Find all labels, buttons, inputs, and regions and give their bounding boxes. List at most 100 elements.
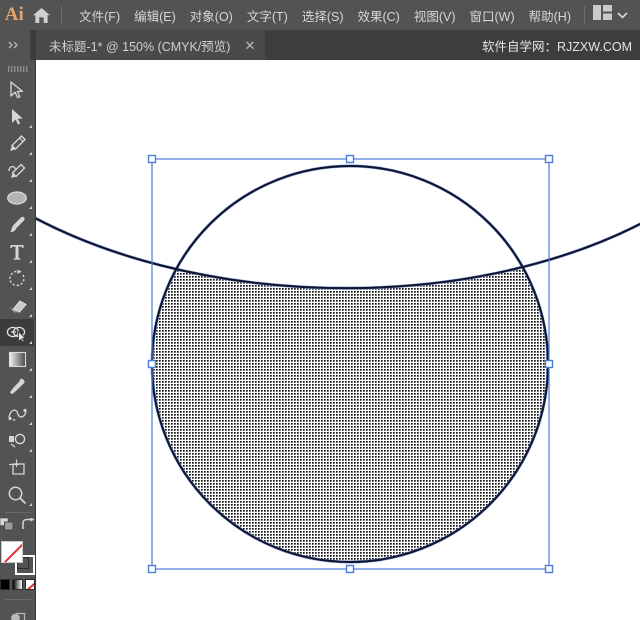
- arrow-outline-icon: [9, 81, 25, 99]
- color-swatch-button[interactable]: [0, 579, 10, 590]
- pen-tool[interactable]: [0, 130, 34, 157]
- arrange-objects-icon: [0, 517, 15, 532]
- document-tab-label: 未标题-1* @ 150% (CMYK/预览): [49, 36, 230, 55]
- ellipse-tool[interactable]: [0, 184, 34, 211]
- magnifier-icon: [7, 485, 27, 505]
- app-logo: Ai: [0, 0, 28, 30]
- chevron-down-icon: [617, 11, 628, 19]
- tool-flyout-corner: [29, 125, 32, 128]
- menu-effect[interactable]: 效果(C): [350, 2, 406, 29]
- artboard-icon: [7, 458, 27, 477]
- toolbar-grip[interactable]: [0, 62, 35, 76]
- fill-stroke-control[interactable]: [1, 541, 35, 575]
- draw-mode-button[interactable]: [0, 604, 34, 620]
- menu-item-list: 文件(F) 编辑(E) 对象(O) 文字(T) 选择(S) 效果(C) 视图(V…: [72, 2, 578, 29]
- tool-flyout-corner: [29, 152, 32, 155]
- gradient-square-icon: [8, 351, 27, 368]
- selection-tool[interactable]: [0, 76, 34, 103]
- arrow-solid-icon: [9, 108, 25, 126]
- document-tab-bar: 未标题-1* @ 150% (CMYK/预览) ✕ 软件自学网：RJZXW.CO…: [0, 30, 640, 60]
- tool-flyout-corner: [29, 368, 32, 371]
- type-tool[interactable]: [0, 238, 34, 265]
- handle-bottom-right[interactable]: [546, 566, 553, 573]
- tool-flyout-corner: [29, 422, 32, 425]
- none-swatch-button[interactable]: [25, 579, 35, 590]
- tool-flyout-corner: [29, 503, 32, 506]
- type-T-icon: [9, 243, 25, 261]
- eraser-tool[interactable]: [0, 292, 34, 319]
- tool-flyout-corner: [29, 206, 32, 209]
- gradient-tool[interactable]: [0, 346, 34, 373]
- fill-swatch[interactable]: [1, 541, 23, 563]
- tool-flyout-corner: [29, 179, 32, 182]
- artboard-tool[interactable]: [0, 454, 34, 481]
- workspace-chevron-button[interactable]: [617, 6, 628, 24]
- rotate-tool[interactable]: [0, 265, 34, 292]
- document-tab[interactable]: 未标题-1* @ 150% (CMYK/预览) ✕: [36, 30, 265, 60]
- gradient-swatch-button[interactable]: [12, 579, 22, 590]
- eyedropper-icon: [8, 377, 27, 396]
- paintbrush-tool[interactable]: [0, 211, 34, 238]
- blend-tool[interactable]: [0, 400, 34, 427]
- direct-selection-tool[interactable]: [0, 103, 34, 130]
- shape-builder-icon: [6, 324, 28, 342]
- handle-top-center[interactable]: [347, 156, 354, 163]
- paintbrush-icon: [8, 215, 27, 234]
- handle-bottom-center[interactable]: [347, 566, 354, 573]
- handle-top-right[interactable]: [546, 156, 553, 163]
- menu-edit[interactable]: 编辑(E): [127, 2, 183, 29]
- toolbar-divider-1: [5, 512, 31, 513]
- toolbar-swatch-row: [0, 517, 35, 537]
- rotate-icon: [8, 269, 27, 288]
- home-icon: [32, 7, 51, 24]
- illustrator-window: Ai 文件(F) 编辑(E) 对象(O) 文字(T) 选择(S) 效果(C) 视…: [0, 0, 640, 620]
- tool-flyout-corner: [29, 395, 32, 398]
- tool-flyout-corner: [29, 341, 32, 344]
- artwork-svg: [36, 60, 640, 620]
- double-chevron-right-icon: [8, 41, 22, 49]
- handle-bottom-left[interactable]: [149, 566, 156, 573]
- symbol-sprayer-icon: [7, 432, 28, 449]
- menu-divider-left: [61, 6, 62, 24]
- tab-close-button[interactable]: ✕: [244, 39, 255, 52]
- menu-window[interactable]: 窗口(W): [463, 2, 522, 29]
- menu-help[interactable]: 帮助(H): [522, 2, 578, 29]
- curvature-icon: [7, 161, 27, 180]
- eyedropper-tool[interactable]: [0, 373, 34, 400]
- swap-arrow-icon: [21, 518, 36, 532]
- handle-middle-left[interactable]: [149, 361, 156, 368]
- draw-normal-icon: [9, 610, 26, 620]
- grip-handle-icon: [8, 66, 28, 72]
- menu-object[interactable]: 对象(O): [183, 2, 240, 29]
- arrange-documents-button[interactable]: [593, 5, 612, 25]
- menu-bar-right: [578, 5, 640, 25]
- menu-view[interactable]: 视图(V): [407, 2, 463, 29]
- menu-bar: Ai 文件(F) 编辑(E) 对象(O) 文字(T) 选择(S) 效果(C) 视…: [0, 0, 640, 30]
- menu-file[interactable]: 文件(F): [72, 2, 127, 29]
- curvature-tool[interactable]: [0, 157, 34, 184]
- symbol-sprayer-tool[interactable]: [0, 427, 34, 454]
- ellipse-icon: [6, 190, 28, 206]
- handle-middle-right[interactable]: [546, 361, 553, 368]
- tool-flyout-corner: [29, 449, 32, 452]
- eraser-icon: [7, 297, 28, 314]
- tool-flyout-corner: [29, 314, 32, 317]
- color-mode-swatches: [0, 579, 35, 590]
- document-canvas[interactable]: [36, 60, 640, 620]
- watermark-text: 软件自学网：RJZXW.COM: [482, 30, 632, 60]
- swap-fill-stroke-button[interactable]: [21, 518, 36, 537]
- handle-top-left[interactable]: [149, 156, 156, 163]
- shape-builder-tool[interactable]: [0, 319, 34, 346]
- tool-flyout-corner: [29, 233, 32, 236]
- zoom-tool[interactable]: [0, 481, 34, 508]
- none-slash-icon: [2, 542, 22, 563]
- menu-type[interactable]: 文字(T): [240, 2, 295, 29]
- menu-select[interactable]: 选择(S): [295, 2, 351, 29]
- menu-divider-right: [584, 6, 585, 24]
- blend-icon: [7, 405, 28, 422]
- panel-expand-button[interactable]: [0, 30, 30, 60]
- arrange-objects-button[interactable]: [0, 517, 15, 537]
- tools-panel: •••: [0, 60, 36, 620]
- tool-flyout-corner: [29, 287, 32, 290]
- home-button[interactable]: [28, 0, 55, 30]
